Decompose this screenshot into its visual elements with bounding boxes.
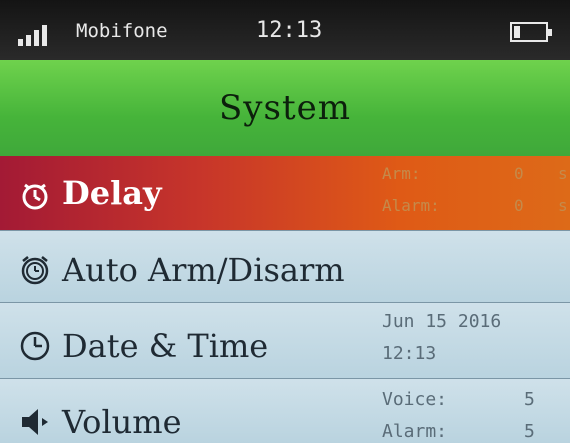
alarm-delay-value: 0 xyxy=(514,196,524,215)
arm-delay-value: 0 xyxy=(514,164,524,183)
carrier-name: Mobifone xyxy=(76,20,168,42)
alarm-clock-icon xyxy=(21,256,49,285)
battery-level xyxy=(514,26,520,38)
menu-item-label: Delay xyxy=(62,174,162,212)
menu-item-label: Date & Time xyxy=(62,327,269,365)
alarm-delay-unit: s xyxy=(558,196,568,215)
alarm-volume-label: Alarm: xyxy=(382,421,448,442)
arm-delay-unit: s xyxy=(558,164,568,183)
page-title: System xyxy=(219,88,351,128)
alarm-volume-value: 5 xyxy=(524,421,535,442)
menu-item-label: Volume xyxy=(62,403,182,441)
device-screen: Mobifone 12:13 System Delay Arm: 0 s Ala… xyxy=(0,0,570,443)
current-date: Jun 15 2016 xyxy=(382,311,502,332)
arm-delay-label: Arm: xyxy=(382,164,421,183)
menu-item-label: Auto Arm/Disarm xyxy=(62,251,345,289)
menu-item-delay[interactable]: Delay Arm: 0 s Alarm: 0 s xyxy=(0,156,570,230)
status-bar: Mobifone 12:13 xyxy=(0,0,570,60)
voice-volume-value: 5 xyxy=(524,389,535,410)
signal-strength-icon xyxy=(18,24,58,46)
alarm-delay-label: Alarm: xyxy=(382,196,440,215)
menu-item-auto-arm[interactable]: Auto Arm/Disarm xyxy=(0,230,570,303)
clock-icon xyxy=(20,331,50,361)
speaker-icon xyxy=(22,409,48,435)
status-clock: 12:13 xyxy=(256,18,323,43)
battery-icon xyxy=(510,22,552,42)
voice-volume-label: Voice: xyxy=(382,389,448,410)
title-bar: System xyxy=(0,60,570,156)
current-time: 12:13 xyxy=(382,343,437,364)
menu-item-date-time[interactable]: Date & Time Jun 15 2016 12:13 xyxy=(0,302,570,379)
stopwatch-icon xyxy=(22,183,48,210)
menu-item-volume[interactable]: Volume Voice: 5 Alarm: 5 xyxy=(0,378,570,443)
